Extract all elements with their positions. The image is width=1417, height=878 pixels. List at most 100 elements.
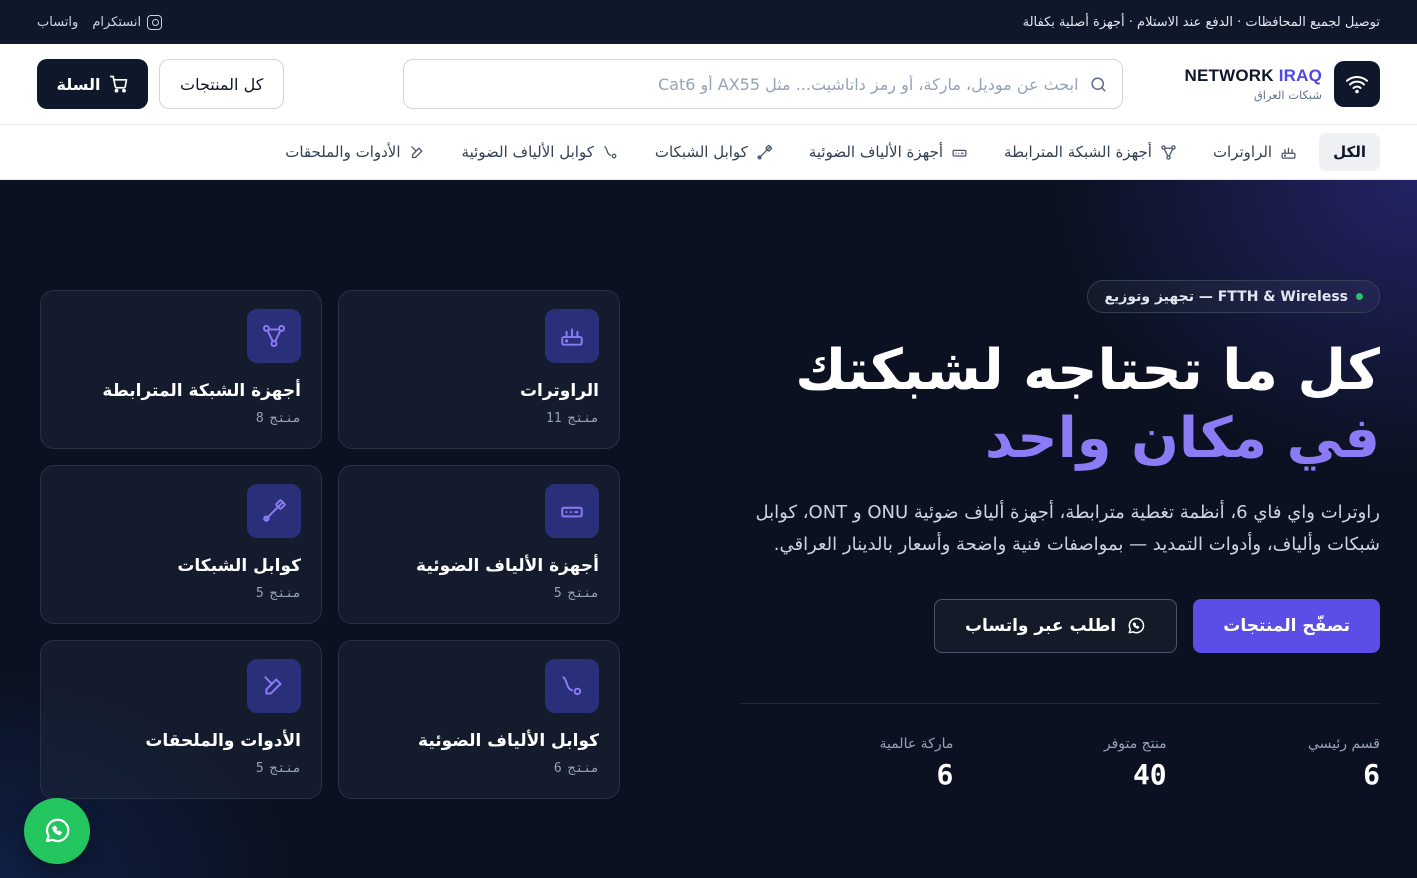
nav-item-label: كوابل الشبكات	[654, 143, 748, 161]
hero-badge-label: FTTH & Wireless — تجهيز وتوزيع	[1104, 288, 1348, 305]
header: NETWORK IRAQ شبكات العراق كل المنتجات ال…	[0, 44, 1417, 125]
browse-products-button[interactable]: تصفّح المنتجات	[1193, 599, 1380, 653]
stat-value: 40	[1132, 758, 1167, 791]
router-icon	[545, 309, 599, 363]
card-title: الأدوات والملحقات	[145, 731, 301, 751]
hero-section: FTTH & Wireless — تجهيز وتوزيع كل ما تحت…	[0, 180, 1417, 878]
card-count: منتج 8	[61, 411, 301, 426]
card-count-value: 6	[553, 761, 562, 776]
cart-icon	[109, 75, 127, 93]
hero-actions: تصفّح المنتجات اطلب عبر واتساب	[700, 599, 1380, 653]
whatsapp-order-button[interactable]: اطلب عبر واتساب	[933, 599, 1178, 653]
nav-item-label: أجهزة الشبكة المترابطة	[1004, 143, 1152, 161]
brand-name-part1: NETWORK	[1184, 66, 1274, 85]
card-count: منتج 5	[359, 586, 599, 601]
hero-description: راوترات واي فاي 6، أنظمة تغطية مترابطة، …	[755, 502, 1381, 555]
stat-value: 6	[936, 758, 954, 791]
fiber-cable-icon	[604, 145, 617, 158]
hero-content: FTTH & Wireless — تجهيز وتوزيع كل ما تحت…	[700, 280, 1380, 791]
whatsapp-icon	[1128, 617, 1145, 634]
card-count-value: 8	[255, 411, 264, 426]
nav-item-mesh[interactable]: أجهزة الشبكة المترابطة	[990, 133, 1191, 171]
cart-button[interactable]: السلة	[37, 59, 148, 109]
search-icon	[1090, 76, 1106, 92]
whatsapp-icon	[45, 818, 70, 843]
brand-subtitle: شبكات العراق	[1253, 88, 1322, 102]
status-dot-icon	[1356, 293, 1363, 300]
category-card-fiber-devices[interactable]: أجهزة الألياف الضوئية منتج 5	[338, 465, 620, 624]
card-count: منتج 5	[61, 761, 301, 776]
card-title: أجهزة الشبكة المترابطة	[102, 381, 301, 401]
router-icon	[1281, 147, 1296, 159]
stat-item: منتج متوفر 40	[953, 736, 1167, 791]
top-bar: توصيل لجميع المحافظات · الدفع عند الاستل…	[0, 0, 1417, 44]
card-title: الراوترات	[519, 381, 599, 401]
hero-stats: قسم رئيسي 6 منتج متوفر 40 ماركة عالمية 6	[740, 736, 1380, 791]
fiber-device-icon	[952, 149, 967, 157]
whatsapp-link[interactable]: واتساب	[37, 15, 78, 30]
search-input[interactable]	[417, 74, 1079, 94]
card-count-unit: منتج	[269, 411, 301, 426]
header-actions: كل المنتجات السلة	[37, 59, 285, 109]
whatsapp-fab-button[interactable]	[24, 798, 90, 864]
category-card-tools[interactable]: الأدوات والملحقات منتج 5	[40, 640, 322, 799]
cart-label: السلة	[56, 74, 101, 94]
stat-label: منتج متوفر	[1103, 736, 1167, 752]
whatsapp-order-label: اطلب عبر واتساب	[964, 616, 1117, 636]
instagram-label: انستكرام	[92, 14, 142, 30]
category-card-network-cables[interactable]: كوابل الشبكات منتج 5	[40, 465, 322, 624]
nav-item-tools[interactable]: الأدوات والملحقات	[271, 133, 439, 171]
card-count-unit: منتج	[269, 586, 301, 601]
brand-name-part2: IRAQ	[1278, 66, 1322, 85]
nav-item-network-cables[interactable]: كوابل الشبكات	[641, 133, 787, 171]
nav-item-label: أجهزة الألياف الضوئية	[808, 143, 944, 161]
instagram-icon	[147, 14, 163, 30]
nav-item-routers[interactable]: الراوترات	[1199, 133, 1311, 171]
cable-icon	[757, 144, 772, 160]
stat-item: قسم رئيسي 6	[1167, 736, 1380, 791]
tools-icon	[247, 659, 301, 713]
topbar-notice: توصيل لجميع المحافظات · الدفع عند الاستل…	[1022, 14, 1380, 30]
hero-title-accent: في مكان واحد	[984, 406, 1380, 471]
stat-label: ماركة عالمية	[879, 736, 954, 752]
stat-label: قسم رئيسي	[1308, 736, 1380, 752]
stats-divider	[740, 703, 1380, 704]
card-count: منتج 11	[359, 411, 599, 426]
card-count-value: 5	[255, 761, 264, 776]
cable-icon	[247, 484, 301, 538]
fiber-cable-icon	[545, 659, 599, 713]
card-count-unit: منتج	[269, 761, 301, 776]
card-title: كوابل الألياف الضوئية	[418, 731, 599, 751]
fiber-device-icon	[545, 484, 599, 538]
all-products-button[interactable]: كل المنتجات	[159, 59, 285, 109]
card-count: منتج 6	[359, 761, 599, 776]
instagram-link[interactable]: انستكرام	[92, 14, 163, 30]
brand[interactable]: NETWORK IRAQ شبكات العراق	[1185, 61, 1380, 107]
tools-icon	[410, 145, 423, 158]
nav-item-fiber-cables[interactable]: كوابل الألياف الضوئية	[448, 133, 633, 171]
brand-text: NETWORK IRAQ شبكات العراق	[1185, 66, 1322, 102]
nav-item-fiber-devices[interactable]: أجهزة الألياف الضوئية	[795, 133, 982, 171]
category-nav: الكل الراوترات أجهزة الشبكة المترابطة أج…	[0, 125, 1417, 180]
card-count: منتج 5	[61, 586, 301, 601]
nav-item-label: الكل	[1333, 143, 1366, 161]
card-count-value: 5	[255, 586, 264, 601]
search-box[interactable]	[402, 59, 1123, 109]
nav-item-label: الأدوات والملحقات	[285, 143, 401, 161]
stat-item: ماركة عالمية 6	[740, 736, 953, 791]
mesh-icon	[247, 309, 301, 363]
mesh-icon	[1161, 144, 1176, 160]
category-card-fiber-cables[interactable]: كوابل الألياف الضوئية منتج 6	[338, 640, 620, 799]
wifi-icon	[1334, 61, 1380, 107]
nav-item-label: الراوترات	[1212, 143, 1273, 161]
card-count-unit: منتج	[567, 586, 599, 601]
nav-item-label: كوابل الألياف الضوئية	[461, 143, 594, 161]
hero-title: كل ما تحتاجه لشبكتك	[795, 338, 1380, 403]
category-card-routers[interactable]: الراوترات منتج 11	[338, 290, 620, 449]
card-count-value: 11	[546, 411, 562, 426]
card-count-value: 5	[553, 586, 562, 601]
category-card-mesh[interactable]: أجهزة الشبكة المترابطة منتج 8	[40, 290, 322, 449]
social-links: انستكرام واتساب	[37, 14, 163, 30]
nav-item-all[interactable]: الكل	[1319, 133, 1380, 171]
hero-badge: FTTH & Wireless — تجهيز وتوزيع	[1087, 280, 1380, 313]
